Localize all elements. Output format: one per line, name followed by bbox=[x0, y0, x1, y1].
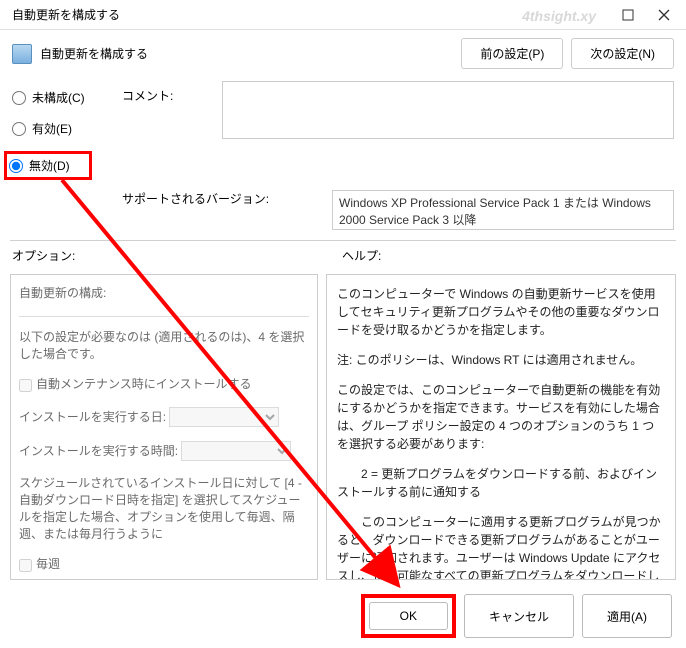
install-day-select[interactable] bbox=[169, 407, 279, 427]
help-label: ヘルプ: bbox=[342, 247, 381, 264]
close-button[interactable] bbox=[646, 1, 682, 29]
policy-title: 自動更新を構成する bbox=[40, 45, 453, 62]
ok-highlight: OK bbox=[361, 594, 456, 638]
help-panel: このコンピューターで Windows の自動更新サービスを使用してセキュリティ更… bbox=[326, 274, 676, 580]
state-radio-group: 未構成(C) 有効(E) 無効(D) bbox=[12, 81, 122, 180]
weekly-checkbox-row[interactable]: 毎週 bbox=[19, 556, 309, 573]
header-row: 自動更新を構成する 前の設定(P) 次の設定(N) bbox=[0, 30, 686, 77]
help-p1: このコンピューターで Windows の自動更新サービスを使用してセキュリティ更… bbox=[337, 285, 665, 339]
radio-not-configured[interactable]: 未構成(C) bbox=[12, 89, 122, 106]
disabled-highlight: 無効(D) bbox=[4, 151, 92, 180]
help-p4: 2 = 更新プログラムをダウンロードする前、およびインストールする前に通知する bbox=[337, 465, 665, 501]
radio-enabled[interactable]: 有効(E) bbox=[12, 120, 122, 137]
next-setting-button[interactable]: 次の設定(N) bbox=[571, 38, 674, 69]
help-p5: このコンピューターに適用する更新プログラムが見つかると、ダウンロードできる更新プ… bbox=[337, 513, 665, 580]
options-note: 以下の設定が必要なのは (適用されるのは)、4 を選択した場合です。 bbox=[19, 329, 309, 363]
ok-button[interactable]: OK bbox=[369, 602, 448, 630]
options-panel: 自動更新の構成: 以下の設定が必要なのは (適用されるのは)、4 を選択した場合… bbox=[10, 274, 318, 580]
supported-label: サポートされるバージョン: bbox=[122, 190, 332, 207]
prev-setting-button[interactable]: 前の設定(P) bbox=[461, 38, 563, 69]
cancel-button[interactable]: キャンセル bbox=[464, 594, 574, 638]
maintenance-checkbox-row[interactable]: 自動メンテナンス時にインストールする bbox=[19, 376, 309, 393]
radio-disabled[interactable]: 無効(D) bbox=[9, 157, 83, 174]
install-day-row: インストールを実行する日: bbox=[19, 407, 309, 427]
options-label: オプション: bbox=[12, 247, 342, 264]
help-p2: 注: このポリシーは、Windows RT には適用されません。 bbox=[337, 351, 665, 369]
window-title: 自動更新を構成する bbox=[12, 6, 120, 23]
supported-text: Windows XP Professional Service Pack 1 ま… bbox=[332, 190, 674, 230]
comment-textarea[interactable] bbox=[222, 81, 674, 139]
auto-update-config-label: 自動更新の構成: bbox=[19, 285, 309, 302]
install-time-row: インストールを実行する時間: bbox=[19, 441, 309, 461]
policy-icon bbox=[12, 44, 32, 64]
footer: OK キャンセル 適用(A) bbox=[0, 584, 686, 648]
install-time-select[interactable] bbox=[181, 441, 291, 461]
apply-button[interactable]: 適用(A) bbox=[582, 594, 672, 638]
comment-label: コメント: bbox=[122, 81, 222, 104]
maximize-button[interactable] bbox=[610, 1, 646, 29]
schedule-note: スケジュールされているインストール日に対して [4 - 自動ダウンロード日時を指… bbox=[19, 475, 309, 542]
help-p3: この設定では、このコンピューターで自動更新の機能を有効にするかどうかを指定できま… bbox=[337, 381, 665, 453]
watermark: 4thsight.xy bbox=[522, 8, 596, 24]
